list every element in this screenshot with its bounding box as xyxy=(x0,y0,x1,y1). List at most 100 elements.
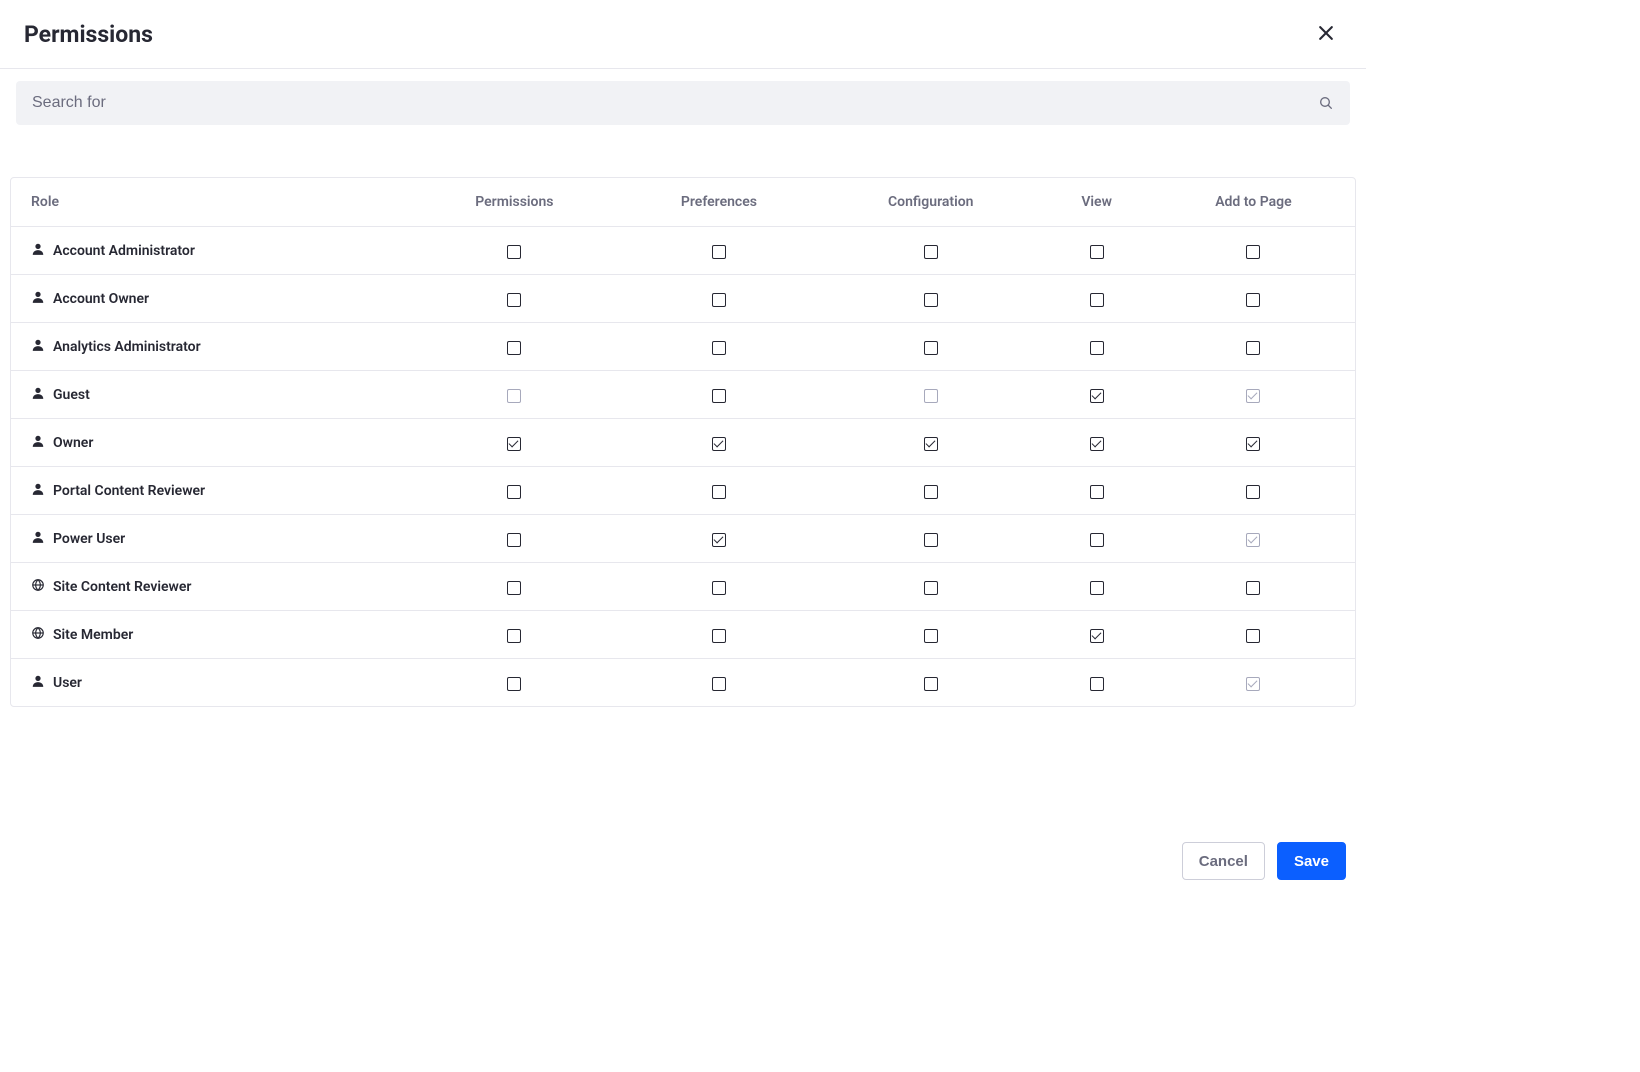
permission-cell xyxy=(1041,659,1151,707)
checkbox-configuration[interactable] xyxy=(924,629,938,643)
role-label: Account Administrator xyxy=(53,243,195,259)
permission-cell xyxy=(1041,563,1151,611)
permission-cell xyxy=(411,515,618,563)
role-label: Analytics Administrator xyxy=(53,339,201,355)
checkbox-permissions[interactable] xyxy=(507,341,521,355)
checkbox-permissions[interactable] xyxy=(507,677,521,691)
permission-cell xyxy=(618,467,820,515)
permission-cell xyxy=(618,611,820,659)
checkbox-permissions[interactable] xyxy=(507,485,521,499)
column-header: Permissions xyxy=(411,178,618,227)
user-icon xyxy=(31,242,45,260)
checkbox-add-to-page[interactable] xyxy=(1246,245,1260,259)
checkbox-permissions[interactable] xyxy=(507,581,521,595)
checkbox-add-to-page[interactable] xyxy=(1246,581,1260,595)
checkbox-configuration[interactable] xyxy=(924,245,938,259)
permission-cell xyxy=(1152,467,1355,515)
checkbox-preferences[interactable] xyxy=(712,533,726,547)
checkbox-preferences[interactable] xyxy=(712,293,726,307)
checkbox-configuration[interactable] xyxy=(924,533,938,547)
role-cell: Owner xyxy=(11,419,411,467)
permissions-table: RolePermissionsPreferencesConfigurationV… xyxy=(11,178,1355,706)
checkbox-view[interactable] xyxy=(1090,293,1104,307)
user-icon xyxy=(31,530,45,548)
checkbox-preferences[interactable] xyxy=(712,677,726,691)
permission-cell xyxy=(1152,371,1355,419)
checkbox-add-to-page[interactable] xyxy=(1246,485,1260,499)
checkbox-permissions[interactable] xyxy=(507,245,521,259)
checkbox-add-to-page[interactable] xyxy=(1246,437,1260,451)
checkbox-permissions[interactable] xyxy=(507,533,521,547)
checkbox-preferences[interactable] xyxy=(712,629,726,643)
checkbox-view[interactable] xyxy=(1090,341,1104,355)
permission-cell xyxy=(820,275,1041,323)
column-header: Preferences xyxy=(618,178,820,227)
table-row: Power User xyxy=(11,515,1355,563)
permission-cell xyxy=(1152,323,1355,371)
permission-cell xyxy=(1041,371,1151,419)
table-row: User xyxy=(11,659,1355,707)
role-cell: Site Member xyxy=(11,611,411,659)
checkbox-add-to-page[interactable] xyxy=(1246,293,1260,307)
checkbox-view[interactable] xyxy=(1090,485,1104,499)
role-label: User xyxy=(53,675,82,691)
close-button[interactable] xyxy=(1310,18,1342,50)
column-header: Configuration xyxy=(820,178,1041,227)
role-name: Power User xyxy=(31,530,125,548)
checkbox-view[interactable] xyxy=(1090,437,1104,451)
table-row: Account Owner xyxy=(11,275,1355,323)
role-cell: Power User xyxy=(11,515,411,563)
checkbox-permissions[interactable] xyxy=(507,293,521,307)
checkbox-view[interactable] xyxy=(1090,533,1104,547)
checkbox-add-to-page[interactable] xyxy=(1246,341,1260,355)
checkbox-view[interactable] xyxy=(1090,677,1104,691)
role-label: Power User xyxy=(53,531,125,547)
checkbox-preferences[interactable] xyxy=(712,437,726,451)
user-icon xyxy=(31,434,45,452)
globe-icon xyxy=(31,626,45,644)
permission-cell xyxy=(411,323,618,371)
table-body: Account Administrator Account Owner Analyt… xyxy=(11,227,1355,707)
role-name: Site Content Reviewer xyxy=(31,578,191,596)
role-name: Account Administrator xyxy=(31,242,195,260)
user-icon xyxy=(31,386,45,404)
checkbox-preferences[interactable] xyxy=(712,245,726,259)
checkbox-preferences[interactable] xyxy=(712,485,726,499)
role-label: Site Content Reviewer xyxy=(53,579,191,595)
checkbox-configuration[interactable] xyxy=(924,437,938,451)
permission-cell xyxy=(411,659,618,707)
role-cell: Guest xyxy=(11,371,411,419)
permission-cell xyxy=(820,563,1041,611)
table-row: Portal Content Reviewer xyxy=(11,467,1355,515)
save-button[interactable]: Save xyxy=(1277,842,1346,880)
column-header: View xyxy=(1041,178,1151,227)
checkbox-configuration[interactable] xyxy=(924,341,938,355)
checkbox-permissions[interactable] xyxy=(507,629,521,643)
table-head: RolePermissionsPreferencesConfigurationV… xyxy=(11,178,1355,227)
checkbox-preferences[interactable] xyxy=(712,581,726,595)
checkbox-configuration[interactable] xyxy=(924,485,938,499)
checkbox-configuration[interactable] xyxy=(924,581,938,595)
search-input[interactable] xyxy=(32,94,1314,112)
permission-cell xyxy=(618,659,820,707)
role-name: Guest xyxy=(31,386,90,404)
permission-cell xyxy=(820,467,1041,515)
checkbox-view[interactable] xyxy=(1090,629,1104,643)
search-bar xyxy=(0,69,1366,137)
search-icon[interactable] xyxy=(1314,95,1338,111)
checkbox-preferences[interactable] xyxy=(712,389,726,403)
role-name: Site Member xyxy=(31,626,133,644)
checkbox-permissions[interactable] xyxy=(507,437,521,451)
cancel-button[interactable]: Cancel xyxy=(1182,842,1265,880)
checkbox-view[interactable] xyxy=(1090,245,1104,259)
permission-cell xyxy=(411,611,618,659)
checkbox-view[interactable] xyxy=(1090,389,1104,403)
checkbox-configuration[interactable] xyxy=(924,677,938,691)
role-cell: Analytics Administrator xyxy=(11,323,411,371)
permission-cell xyxy=(1152,611,1355,659)
checkbox-add-to-page[interactable] xyxy=(1246,629,1260,643)
checkbox-view[interactable] xyxy=(1090,581,1104,595)
checkbox-preferences[interactable] xyxy=(712,341,726,355)
permission-cell xyxy=(820,611,1041,659)
checkbox-configuration[interactable] xyxy=(924,293,938,307)
